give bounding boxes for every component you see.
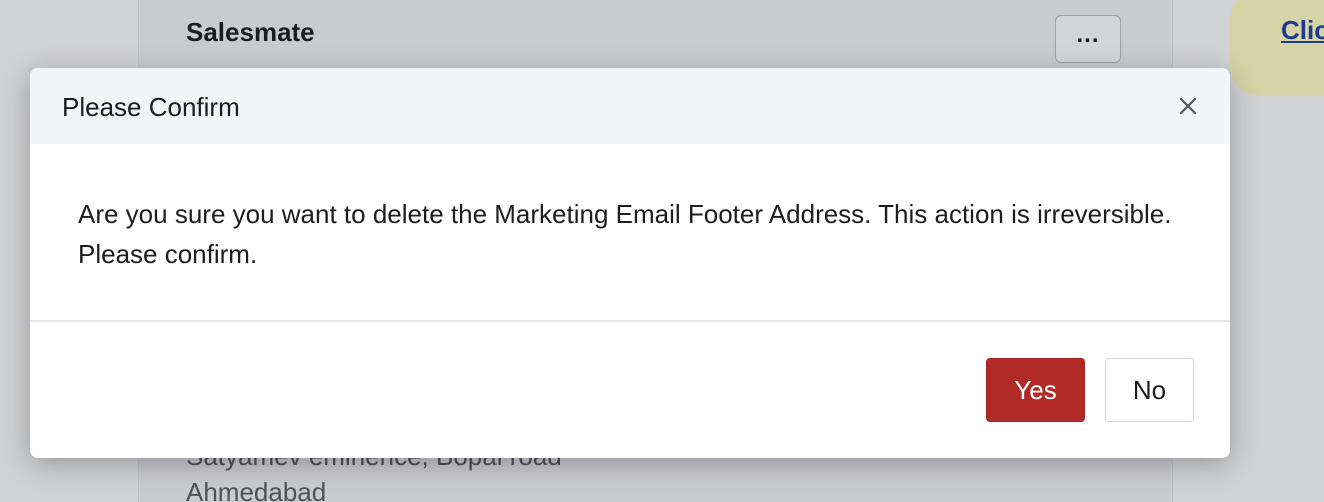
more-options-button[interactable]: ... [1055, 15, 1121, 63]
background-link[interactable]: Clic [1281, 14, 1324, 46]
address-line-2: Ahmedabad [186, 477, 327, 502]
close-button[interactable] [1174, 90, 1202, 122]
dialog-header: Please Confirm [30, 68, 1230, 144]
no-button[interactable]: No [1105, 358, 1194, 422]
background-card-title: Salesmate [186, 17, 315, 47]
close-icon [1179, 97, 1197, 115]
dialog-divider [30, 320, 1230, 322]
yes-button[interactable]: Yes [986, 358, 1085, 422]
confirm-dialog: Please Confirm Are you sure you want to … [30, 68, 1230, 458]
dialog-title: Please Confirm [62, 92, 240, 122]
more-options-icon: ... [1076, 21, 1100, 48]
dialog-message: Are you sure you want to delete the Mark… [78, 199, 1172, 269]
